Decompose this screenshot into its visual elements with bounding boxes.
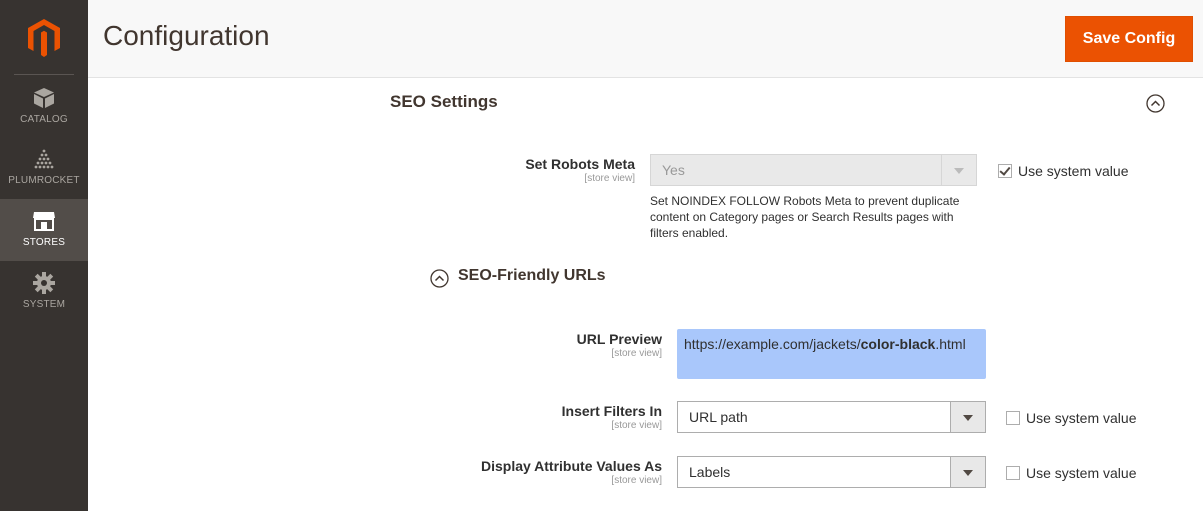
sidebar-item-label: CATALOG: [20, 114, 68, 125]
display-values-value: Labels: [689, 464, 731, 480]
section-title-seo-settings[interactable]: SEO Settings: [390, 92, 498, 112]
display-values-use-system-checkbox[interactable]: [1006, 466, 1020, 480]
robots-meta-use-system-checkbox[interactable]: [998, 164, 1012, 178]
robots-meta-scope: [store view]: [584, 173, 635, 184]
insert-filters-use-system[interactable]: Use system value: [1006, 410, 1136, 426]
display-values-label: Display Attribute Values As: [480, 458, 662, 474]
url-preview-label: URL Preview: [576, 331, 662, 347]
robots-meta-use-system[interactable]: Use system value: [998, 163, 1128, 179]
sidebar-item-label: PLUMROCKET: [8, 175, 80, 186]
select-arrow-box: [941, 155, 976, 185]
sidebar-item-label: SYSTEM: [22, 299, 66, 310]
display-values-use-system-label: Use system value: [1026, 465, 1137, 481]
page-header: Configuration Save Config: [88, 0, 1203, 78]
display-values-select[interactable]: Labels: [677, 456, 986, 488]
chevron-down-icon: [963, 470, 973, 476]
save-config-button[interactable]: Save Config: [1065, 16, 1193, 62]
robots-meta-note: Set NOINDEX FOLLOW Robots Meta to preven…: [650, 194, 960, 240]
insert-filters-label: Insert Filters In: [561, 403, 662, 419]
magento-logo[interactable]: [0, 0, 88, 75]
sidebar-item-system[interactable]: SYSTEM: [0, 261, 88, 323]
store-icon: [33, 212, 55, 231]
chevron-down-icon: [963, 415, 973, 421]
collapse-chevron-up-icon[interactable]: [430, 269, 449, 288]
sidebar-item-stores[interactable]: STORES: [0, 199, 88, 261]
url-preview-box: https://example.com/jackets/color-black.…: [677, 329, 986, 379]
robots-meta-label: Set Robots Meta: [525, 156, 635, 172]
admin-sidebar: CATALOG PLUMROCKET STORES SYSTEM: [0, 0, 88, 511]
insert-filters-value: URL path: [689, 409, 748, 425]
url-preview-scope: [store view]: [611, 348, 662, 359]
magento-logo-icon: [28, 18, 60, 57]
gear-icon: [33, 272, 55, 294]
insert-filters-use-system-checkbox[interactable]: [1006, 411, 1020, 425]
robots-meta-value: Yes: [662, 162, 685, 178]
chevron-down-icon: [954, 168, 964, 174]
sidebar-item-plumrocket[interactable]: PLUMROCKET: [0, 137, 88, 199]
collapse-chevron-up-icon[interactable]: [1146, 94, 1165, 113]
insert-filters-scope: [store view]: [611, 420, 662, 431]
box-icon: [34, 88, 54, 108]
insert-filters-use-system-label: Use system value: [1026, 410, 1137, 426]
robots-meta-select[interactable]: Yes: [650, 154, 977, 186]
plumrocket-icon: [34, 149, 54, 169]
url-preview-prefix: https://example.com/jackets/: [684, 336, 861, 352]
subsection-title-seo-friendly-urls[interactable]: SEO-Friendly URLs: [458, 267, 606, 285]
url-preview-filter: color-black: [860, 336, 936, 352]
robots-meta-use-system-label: Use system value: [1018, 163, 1129, 179]
select-arrow-box: [950, 402, 985, 432]
sidebar-item-label: STORES: [22, 237, 66, 248]
sidebar-divider: [14, 74, 74, 75]
page-title: Configuration: [103, 20, 270, 51]
url-preview-suffix: .html: [935, 336, 966, 352]
display-values-use-system[interactable]: Use system value: [1006, 465, 1136, 481]
select-arrow-box: [950, 457, 985, 487]
sidebar-item-catalog[interactable]: CATALOG: [0, 76, 88, 138]
display-values-scope: [store view]: [611, 475, 662, 486]
insert-filters-select[interactable]: URL path: [677, 401, 986, 433]
